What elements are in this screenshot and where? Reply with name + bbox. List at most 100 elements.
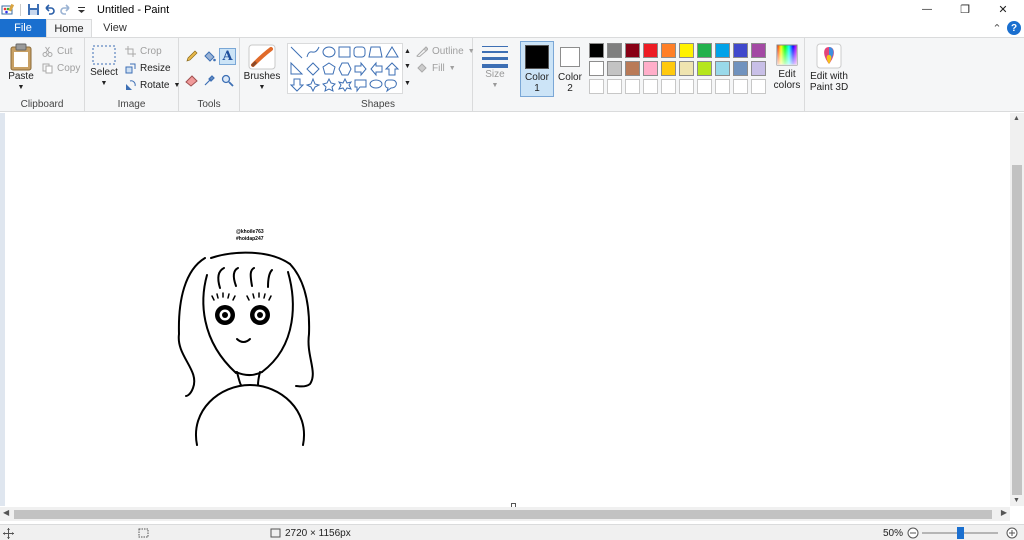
fill-button[interactable]: Fill ▼	[416, 60, 456, 76]
scroll-up-arrow-icon[interactable]: ▲	[1013, 115, 1020, 122]
redo-icon[interactable]	[57, 2, 73, 18]
shapes-gallery-icons[interactable]	[288, 44, 402, 93]
save-icon[interactable]	[25, 2, 41, 18]
zoom-out-button[interactable]	[907, 525, 919, 540]
palette-swatch[interactable]	[661, 61, 676, 76]
palette-swatch[interactable]	[643, 43, 658, 58]
girl-drawing	[177, 251, 314, 446]
palette-swatch[interactable]	[607, 43, 622, 58]
image-size-icon	[270, 528, 281, 538]
vertical-scrollbar[interactable]: ▲ ▼	[1010, 113, 1024, 506]
palette-swatch[interactable]	[715, 43, 730, 58]
crop-label: Crop	[140, 45, 162, 57]
tools-group-label: Tools	[197, 99, 221, 110]
shapes-scroll-up[interactable]: ▲	[404, 43, 411, 59]
palette-swatch[interactable]	[589, 43, 604, 58]
close-button[interactable]: ✕	[984, 0, 1022, 19]
select-button[interactable]: Select ▼	[89, 43, 119, 89]
rotate-icon	[126, 79, 136, 90]
magnifier-tool[interactable]	[219, 72, 236, 89]
help-button[interactable]: ?	[1007, 21, 1021, 35]
brushes-group: Brushes ▼	[240, 38, 284, 112]
paste-button[interactable]: Paste ▼	[6, 43, 36, 93]
palette-swatch[interactable]	[733, 61, 748, 76]
palette-swatch[interactable]	[733, 43, 748, 58]
vertical-scroll-thumb[interactable]	[1012, 165, 1022, 495]
eraser-tool[interactable]	[183, 72, 200, 89]
tab-view[interactable]: View	[92, 19, 138, 37]
scroll-left-arrow-icon[interactable]: ◀	[3, 508, 9, 517]
fill-tool[interactable]	[201, 48, 218, 65]
color2-button[interactable]: Color 2	[556, 41, 584, 94]
custom-color-slot[interactable]	[625, 79, 640, 94]
zoom-slider-thumb[interactable]	[956, 527, 964, 539]
shapes-gallery-expand[interactable]: ▼	[404, 75, 411, 91]
custom-color-slot[interactable]	[661, 79, 676, 94]
edit-paint3d-button[interactable]: Edit with Paint 3D	[807, 43, 851, 93]
palette-swatch[interactable]	[589, 61, 604, 76]
palette-swatch[interactable]	[751, 43, 766, 58]
minimize-button[interactable]: —	[908, 0, 946, 19]
custom-color-slot[interactable]	[733, 79, 748, 94]
custom-color-slot[interactable]	[715, 79, 730, 94]
size-button[interactable]: Size ▼	[478, 43, 512, 91]
scroll-right-arrow-icon[interactable]: ▶	[1001, 508, 1007, 517]
text-tool[interactable]: A	[219, 48, 236, 65]
qa-divider	[20, 3, 21, 16]
resize-button[interactable]: Resize	[125, 60, 171, 76]
palette-swatch[interactable]	[607, 61, 622, 76]
clipboard-icon	[10, 43, 32, 71]
palette-swatch[interactable]	[679, 43, 694, 58]
rotate-button[interactable]: Rotate ▼	[125, 77, 180, 93]
copy-button[interactable]: Copy	[42, 60, 80, 76]
paint-app-icon[interactable]	[0, 2, 16, 18]
edit-colors-button[interactable]: Edit colors	[769, 43, 805, 91]
palette-swatch[interactable]	[625, 43, 640, 58]
brushes-button[interactable]: Brushes ▼	[244, 43, 280, 93]
drawing-canvas[interactable]: @khoile763 #hoidap247	[5, 113, 1010, 506]
custom-color-slot[interactable]	[697, 79, 712, 94]
palette-swatch[interactable]	[625, 61, 640, 76]
pencil-tool[interactable]	[183, 48, 200, 65]
color1-button[interactable]: Color 1	[520, 41, 554, 97]
palette-swatch[interactable]	[697, 61, 712, 76]
cut-button[interactable]: Cut	[42, 43, 73, 59]
resize-icon	[125, 63, 136, 73]
plus-icon	[1006, 527, 1018, 539]
outline-dropdown-icon: ▼	[467, 47, 475, 55]
palette-swatch[interactable]	[697, 43, 712, 58]
horizontal-scrollbar[interactable]: ◀ ▶	[0, 507, 1010, 521]
palette-swatch[interactable]	[715, 61, 730, 76]
zoom-slider[interactable]	[922, 525, 998, 540]
ribbon-collapse-button[interactable]: ⌃	[990, 19, 1004, 37]
tab-home[interactable]: Home	[46, 19, 92, 38]
shapes-scroll-down[interactable]: ▼	[404, 58, 411, 74]
text-a-icon: A	[222, 49, 233, 64]
palette-swatch[interactable]	[643, 61, 658, 76]
watermark-line-1: @khoile763	[236, 229, 264, 235]
palette-swatch[interactable]	[751, 61, 766, 76]
copy-label: Copy	[57, 62, 81, 74]
color-picker-tool[interactable]	[201, 72, 218, 89]
outline-brush-icon	[416, 46, 428, 57]
custom-color-slot[interactable]	[589, 79, 604, 94]
image-dimensions-text: 2720 × 1156px	[285, 527, 351, 539]
palette-swatch[interactable]	[679, 61, 694, 76]
scroll-down-arrow-icon[interactable]: ▼	[1013, 497, 1020, 504]
zoom-in-button[interactable]	[1006, 525, 1018, 540]
customize-qa-dropdown-icon[interactable]	[73, 2, 89, 18]
custom-color-slot[interactable]	[643, 79, 658, 94]
crop-button[interactable]: Crop	[125, 43, 162, 59]
outline-button[interactable]: Outline ▼	[416, 43, 475, 59]
shapes-group-label: Shapes	[361, 99, 395, 110]
tab-file[interactable]: File	[0, 19, 46, 37]
horizontal-scroll-thumb[interactable]	[14, 510, 992, 519]
custom-color-slot[interactable]	[607, 79, 622, 94]
custom-color-slot[interactable]	[679, 79, 694, 94]
custom-color-slot[interactable]	[751, 79, 766, 94]
color1-label: Color 1	[525, 72, 549, 94]
restore-button[interactable]: ❐	[946, 0, 984, 19]
palette-swatch[interactable]	[661, 43, 676, 58]
shapes-gallery	[287, 43, 403, 94]
undo-icon[interactable]	[41, 2, 57, 18]
